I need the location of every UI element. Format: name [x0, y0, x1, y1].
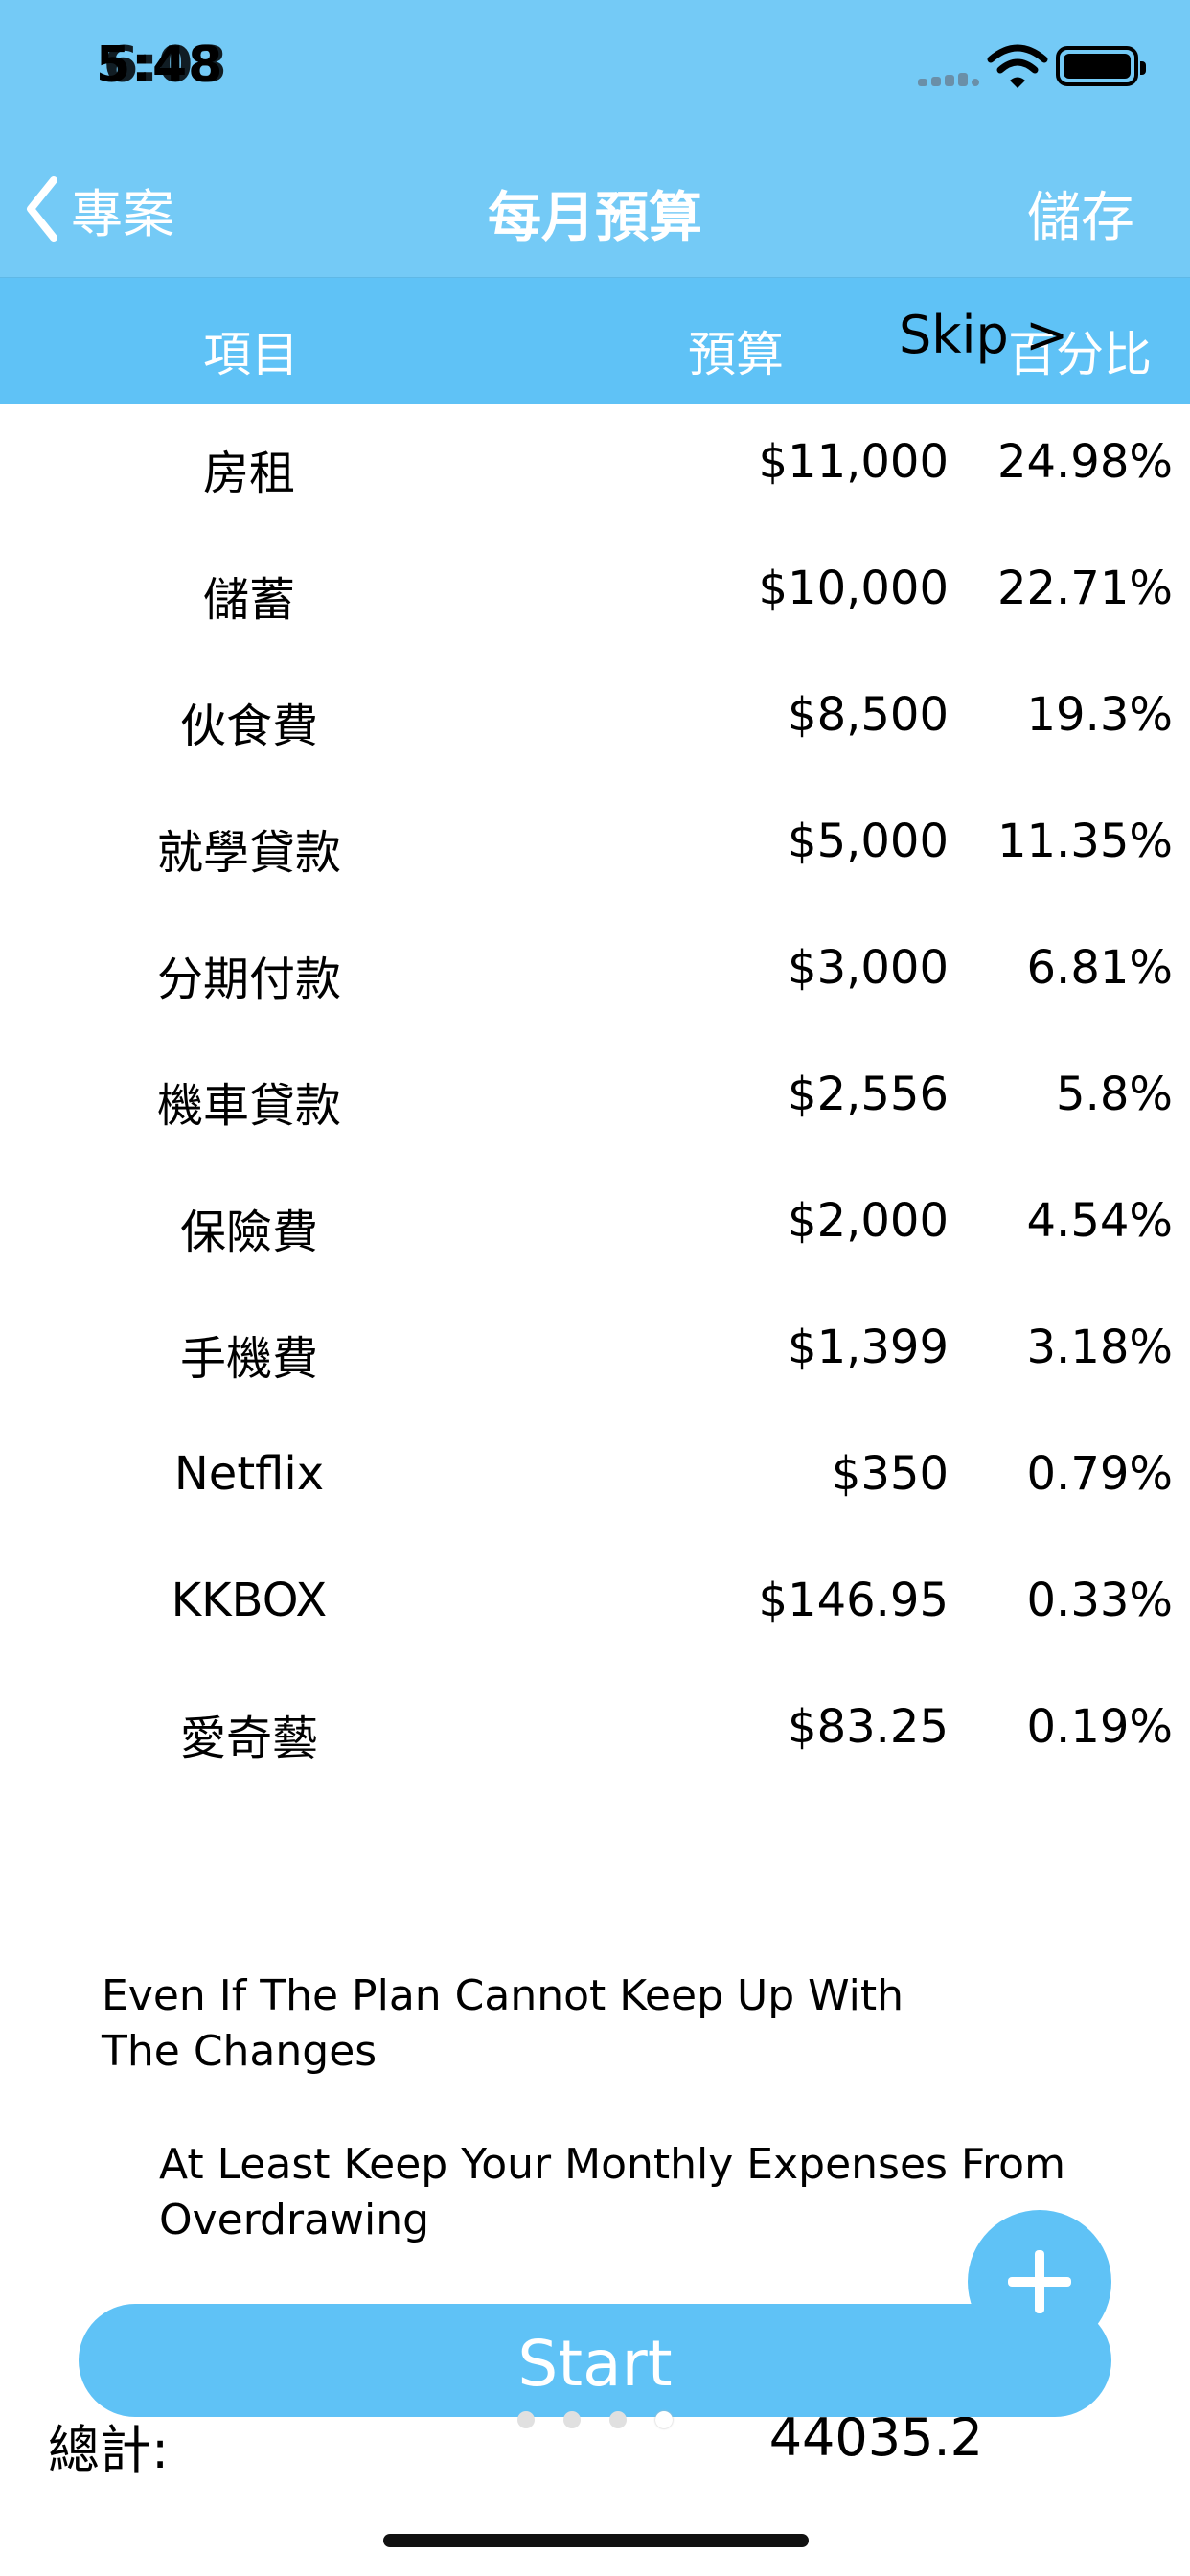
row-item-name: KKBOX	[171, 1574, 328, 1627]
row-amount: $3,000	[788, 941, 949, 995]
home-indicator	[383, 2534, 809, 2547]
table-row[interactable]: 機車貸款 $2,556 5.8%	[0, 1039, 1190, 1165]
row-amount: $1,399	[788, 1321, 949, 1374]
row-amount: $2,556	[788, 1068, 949, 1121]
page-dot	[563, 2411, 581, 2428]
page-dot-active	[655, 2411, 673, 2428]
table-row[interactable]: 就學貸款 $5,000 11.35%	[0, 786, 1190, 912]
row-amount: $146.95	[758, 1574, 950, 1627]
table-row[interactable]: Netflix $350 0.79%	[0, 1418, 1190, 1545]
skip-button[interactable]: Skip >	[899, 305, 1068, 365]
wifi-icon	[987, 44, 1048, 88]
table-row[interactable]: 分期付款 $3,000 6.81%	[0, 912, 1190, 1039]
row-percent: 5.8%	[1056, 1068, 1173, 1121]
row-percent: 24.98%	[996, 435, 1173, 489]
row-amount: $10,000	[758, 562, 950, 615]
save-button[interactable]: 儲存	[1027, 174, 1134, 252]
row-amount: $11,000	[758, 435, 950, 489]
page-indicator	[517, 2411, 690, 2430]
row-item-name: 機車貸款	[156, 1079, 341, 1133]
row-item-name: 分期付款	[156, 953, 341, 1006]
table-row[interactable]: 愛奇藝 $83.25 0.19%	[0, 1671, 1190, 1798]
add-item-button[interactable]	[968, 2210, 1111, 2354]
row-item-name: 保險費	[179, 1206, 318, 1259]
status-bar: 5:48 6:03	[0, 0, 1190, 136]
row-amount: $83.25	[788, 1700, 949, 1754]
row-item-name: 就學貸款	[156, 826, 341, 880]
row-percent: 19.3%	[1026, 688, 1173, 742]
table-row[interactable]: 伙食費 $8,500 19.3%	[0, 659, 1190, 786]
start-button-label: Start	[517, 2327, 673, 2401]
status-time-overlay: 6:03	[103, 36, 228, 94]
column-header-item: 項目	[203, 327, 299, 382]
signal-icon	[918, 67, 987, 86]
page-title: 每月預算	[488, 187, 702, 249]
table-row[interactable]: 儲蓄 $10,000 22.71%	[0, 533, 1190, 659]
row-amount: $8,500	[788, 688, 949, 742]
navigation-bar: 專案 每月預算 儲存	[0, 136, 1190, 278]
column-header-budget: 預算	[688, 327, 784, 382]
total-label: 總計:	[48, 2420, 170, 2480]
row-item-name: Netflix	[173, 1447, 325, 1501]
row-item-name: 儲蓄	[202, 573, 295, 627]
row-item-name: 伙食費	[179, 700, 318, 753]
row-item-name: 房租	[202, 447, 295, 500]
row-amount: $5,000	[788, 815, 949, 868]
table-row[interactable]: KKBOX $146.95 0.33%	[0, 1545, 1190, 1671]
row-amount: $350	[831, 1447, 949, 1501]
onboarding-message-secondary: At Least Keep Your Monthly Expenses From…	[159, 2140, 1065, 2244]
row-percent: 0.33%	[1026, 1574, 1173, 1627]
row-amount: $2,000	[788, 1194, 949, 1248]
start-button[interactable]: Start	[79, 2304, 1111, 2417]
row-percent: 0.79%	[1026, 1447, 1173, 1501]
table-row[interactable]: 手機費 $1,399 3.18%	[0, 1292, 1190, 1418]
onboarding-message-primary: Even If The Plan Cannot Keep Up With The…	[102, 1971, 904, 2076]
page-dot	[609, 2411, 627, 2428]
row-item-name: 愛奇藝	[179, 1712, 318, 1765]
row-percent: 3.18%	[1026, 1321, 1173, 1374]
row-item-name: 手機費	[179, 1332, 318, 1386]
row-percent: 6.81%	[1026, 941, 1173, 995]
table-row[interactable]: 保險費 $2,000 4.54%	[0, 1165, 1190, 1292]
table-row[interactable]: 房租 $11,000 24.98%	[0, 406, 1190, 533]
page-dot	[517, 2411, 535, 2428]
row-percent: 11.35%	[996, 815, 1173, 868]
battery-icon	[1056, 46, 1146, 86]
row-percent: 22.71%	[996, 562, 1173, 615]
row-percent: 0.19%	[1026, 1700, 1173, 1754]
row-percent: 4.54%	[1026, 1194, 1173, 1248]
